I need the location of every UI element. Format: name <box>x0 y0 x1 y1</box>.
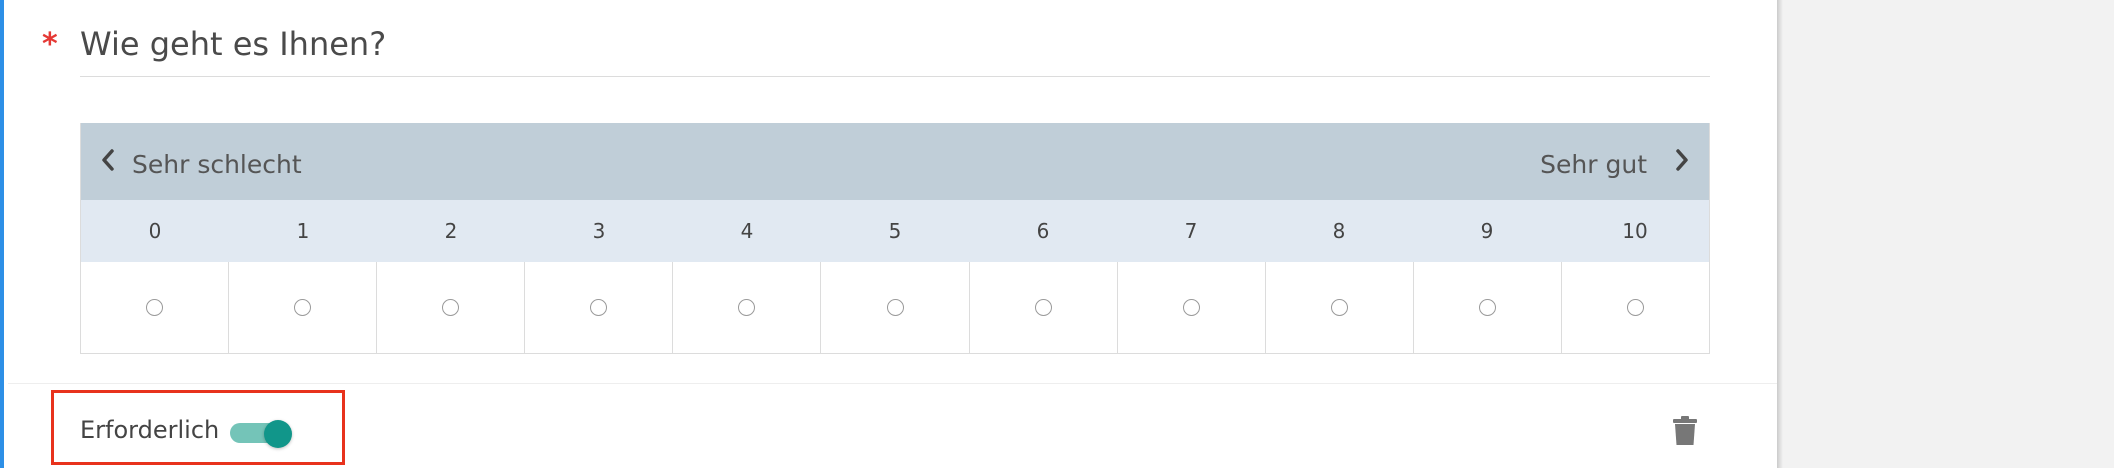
required-marker: * <box>42 27 58 62</box>
scale-number-label: 4 <box>740 219 754 243</box>
scale-number-label: 6 <box>1036 219 1050 243</box>
scale-option-cell <box>673 262 822 353</box>
scale-option-radio[interactable] <box>1330 299 1348 316</box>
scale-option-radio[interactable] <box>1182 299 1200 316</box>
scale-option-cell <box>81 262 230 353</box>
required-label: Erforderlich <box>80 416 220 444</box>
scale-option-cell <box>1562 262 1709 353</box>
scale-number-label: 9 <box>1480 219 1494 243</box>
scale-number-label: 3 <box>592 219 606 243</box>
scale-number-label: 5 <box>888 219 902 243</box>
scale-option-radio[interactable] <box>294 299 312 316</box>
scale-option-cell <box>377 262 526 353</box>
footer-divider <box>8 383 1777 384</box>
scale-option-radio[interactable] <box>1478 299 1496 316</box>
scale-option-radio[interactable] <box>146 299 164 316</box>
scale-header: Sehr schlecht Sehr gut <box>81 123 1709 200</box>
scale-number-label: 2 <box>444 219 458 243</box>
panel-shadow <box>1777 0 1783 468</box>
scale-option-cell <box>1414 262 1562 353</box>
scale-option-radio[interactable] <box>442 299 460 316</box>
question-card: * Wie geht es Ihnen? Sehr schlecht Sehr … <box>0 0 1777 468</box>
scale-option-radio[interactable] <box>1034 299 1052 316</box>
scale-option-cell <box>821 262 970 353</box>
scale-option-radio[interactable] <box>590 299 608 316</box>
scale-min-label: Sehr schlecht <box>132 150 302 179</box>
required-toggle[interactable] <box>230 420 292 448</box>
question-title[interactable]: Wie geht es Ihnen? <box>80 22 386 66</box>
scale-option-cell <box>525 262 674 353</box>
scale-radios-row <box>81 262 1709 353</box>
scale-numbers-row: 0 1 2 3 4 5 6 7 8 9 10 <box>81 200 1709 262</box>
scale-number-label: 8 <box>1332 219 1346 243</box>
scale-number-label: 1 <box>296 219 310 243</box>
scale-option-cell <box>1266 262 1414 353</box>
scale-option-radio[interactable] <box>738 299 756 316</box>
scale-option-cell <box>970 262 1118 353</box>
chevron-left-icon[interactable] <box>93 145 123 175</box>
scale-option-cell <box>1118 262 1266 353</box>
scale-number-label: 0 <box>148 219 162 243</box>
rating-scale: Sehr schlecht Sehr gut 0 1 2 3 4 5 6 7 8 9 10 <box>80 123 1710 354</box>
scale-number-label: 10 <box>1622 219 1648 243</box>
divider <box>80 76 1710 77</box>
trash-icon[interactable] <box>1672 416 1698 446</box>
toggle-knob <box>264 420 292 448</box>
chevron-right-icon[interactable] <box>1667 145 1697 175</box>
scale-option-radio[interactable] <box>1626 299 1644 316</box>
scale-option-radio[interactable] <box>886 299 904 316</box>
scale-option-cell <box>229 262 378 353</box>
scale-max-label: Sehr gut <box>1540 150 1647 179</box>
scale-number-label: 7 <box>1184 219 1198 243</box>
